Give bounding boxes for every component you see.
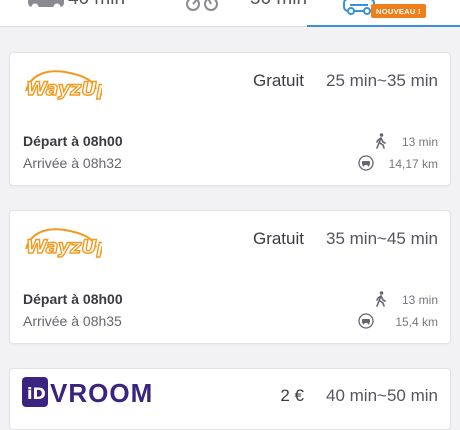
distance: 14,17 km [388,157,438,171]
idvroom-logo: iD [22,377,48,407]
car-distance-icon [358,155,374,171]
bike-icon [186,0,218,11]
arrival-time: Arrivée à 08h35 [23,313,122,329]
departure-time: Départ à 08h00 [23,291,123,307]
price: 2 € [280,386,304,405]
svg-text:WayzUp: WayzUp [26,78,102,100]
transport-mode-tabs: 40 min 50 min NOUVEAU ! [0,0,460,27]
price: Gratuit [252,229,304,248]
car-icon [28,0,64,11]
tab-carpool[interactable]: NOUVEAU ! [306,0,460,26]
walk-info: 13 min [358,291,438,309]
walk-duration: 13 min [401,135,438,149]
duration: 25 min~35 min [326,71,438,90]
wayzup-logo: WayzUp [25,70,102,101]
duration: 35 min~45 min [326,229,438,248]
idvroom-logo-text: VROOM [50,378,154,408]
carpool-result-card[interactable]: WayzUp Gratuit 35 min~45 min Départ à 08… [9,210,451,344]
tab-bike-label: 50 min [250,0,306,10]
price: Gratuit [252,71,304,90]
walk-duration: 13 min [401,293,438,307]
distance: 15,4 km [395,315,438,329]
distance-info: 15,4 km [358,313,438,331]
tab-car-label: 40 min [68,0,125,10]
walking-icon [376,133,386,149]
car-distance-icon [358,313,374,329]
departure-time: Départ à 08h00 [23,133,123,149]
svg-text:iD: iD [27,384,46,403]
new-badge: NOUVEAU ! [371,4,426,18]
carpool-result-card[interactable]: WayzUp Gratuit 25 min~35 min Départ à 08… [9,52,451,186]
tab-car[interactable]: 40 min [0,0,153,26]
duration: 40 min~50 min [326,386,438,405]
carpool-result-card[interactable]: iD VROOM 2 € 40 min~50 min [9,368,451,430]
arrival-time: Arrivée à 08h32 [23,155,122,171]
tab-bike[interactable]: 50 min [153,0,306,26]
wayzup-logo: WayzUp [25,228,102,259]
walk-info: 13 min [358,133,438,151]
svg-text:WayzUp: WayzUp [26,236,102,258]
distance-info: 14,17 km [358,155,438,173]
walking-icon [376,291,386,307]
selected-tab-indicator [307,25,460,27]
